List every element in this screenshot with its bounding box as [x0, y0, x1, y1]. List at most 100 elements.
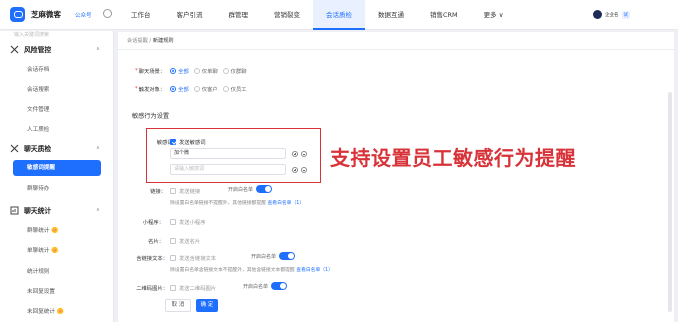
sidebar-item-label: 群聊统计 [27, 228, 50, 234]
sidebar-group-label: 风险管控 [24, 46, 52, 54]
radio-dot [222, 86, 229, 92]
radio-target-all[interactable]: 全部 [170, 85, 189, 93]
user-chip: 试 [621, 10, 630, 19]
account-type-badge[interactable]: 公众号 [75, 11, 92, 19]
flower-icon: 🌼 [51, 247, 59, 254]
sidebar-group-chat-inspection[interactable]: 聊天质检 ∧ [10, 143, 100, 153]
radio-scene-all[interactable]: 全部 [170, 67, 189, 75]
radio-dot [222, 68, 229, 74]
view-whitelist-link[interactable]: 查看白名单（1） [267, 201, 304, 206]
nav-customer-acquisition[interactable]: 客户引流 [164, 0, 216, 30]
chat-scene-row: * 聊天场景： 全部 仅单聊 仅群聊 [135, 67, 247, 75]
confirm-button[interactable]: 确 定 [196, 299, 218, 312]
toggle-switch[interactable] [271, 282, 288, 290]
sidebar-item-stat-rules[interactable]: 统计规则 [27, 267, 49, 275]
radio-dot [193, 68, 200, 74]
sidebar-item-session-archive[interactable]: 会话存档 [27, 65, 49, 73]
radio-scene-single[interactable]: 仅单聊 [193, 67, 218, 75]
sidebar-item-group-stats[interactable]: 群聊统计 🌼 [27, 226, 59, 234]
sidebar-search-placeholder[interactable]: 输入关键词搜索 [14, 31, 49, 38]
breadcrumb-current: 新建规则 [152, 38, 174, 44]
sidebar-item-label: 单聊统计 [27, 248, 50, 254]
sidebar-item-file-management[interactable]: 文件管理 [27, 105, 49, 113]
section-title: 敏感行为设置 [132, 113, 170, 120]
link-note: 除设置白名单链接不提醒外，其他链接都提醒 查看白名单（1） [170, 199, 304, 206]
cancel-button[interactable]: 取 消 [165, 299, 191, 312]
sidebar: 输入关键词搜索 风险管控 ∧ 会话存档 会话搜索 文件管理 人工质检 聊天质检 … [0, 31, 114, 322]
sidebar-item-no-reply-settings[interactable]: 未回复设置 [27, 287, 55, 295]
link-whitelist-toggle[interactable]: 开启白名单 [228, 185, 273, 193]
radio-scene-group[interactable]: 仅群聊 [222, 67, 247, 75]
breadcrumb: 会话提醒 / 新建规则 [127, 37, 174, 44]
qr-image-checkbox[interactable]: 发送二维码图片 [170, 284, 216, 292]
sidebar-group-label: 聊天质检 [24, 145, 52, 153]
radio-label: 仅群聊 [230, 69, 247, 75]
checkbox-icon [170, 238, 176, 244]
monitor-target-row: * 触发对象： 全部 仅客户 仅员工 [135, 85, 247, 93]
link-text-whitelist-toggle[interactable]: 开启白名单 [251, 252, 296, 260]
sidebar-item-no-reply-stats[interactable]: 未回复统计 🌼 [27, 307, 64, 315]
checkbox-label: 发送小程序 [179, 220, 206, 226]
link-text-note: 除设置白名单含链接文本不提醒外，其他含链接文本都提醒 查看白名单（1） [170, 266, 333, 273]
radio-dot [170, 86, 177, 92]
sidebar-item-single-chat-stats[interactable]: 单聊统计 🌼 [27, 246, 59, 254]
checkbox-label: 发送二维码图片 [179, 286, 217, 292]
flower-icon: 🌼 [51, 227, 59, 234]
app-logo[interactable]: 芝麻微客 [10, 7, 61, 22]
radio-dot [170, 68, 177, 74]
top-bar: 芝麻微客 公众号 工作台 客户引流 群管理 营销裂变 会话质检 数据互通 销售C… [0, 0, 678, 30]
nav-group-management[interactable]: 群管理 [216, 0, 262, 30]
nav-workbench[interactable]: 工作台 [118, 0, 164, 30]
statistics-icon [10, 206, 19, 215]
app-name: 芝麻微客 [31, 10, 61, 19]
chevron-up-icon: ∧ [96, 207, 100, 213]
breadcrumb-separator: / [149, 38, 152, 44]
radio-label: 仅员工 [230, 87, 247, 93]
radio-target-customer[interactable]: 仅客户 [193, 85, 218, 93]
highlight-box [146, 128, 321, 183]
sidebar-group-chat-statistics[interactable]: 聊天统计 ∧ [10, 205, 100, 215]
user-name: 企业名 [605, 12, 619, 18]
collapse-sidebar-icon[interactable] [103, 9, 112, 18]
flower-icon: 🌼 [56, 308, 65, 315]
divider [118, 49, 674, 50]
sidebar-item-sensitive-word-alert[interactable]: 敏感词提醒 [13, 160, 101, 176]
nav-session-inspection[interactable]: 会话质检 [313, 0, 365, 30]
view-whitelist-link[interactable]: 查看白名单（1） [296, 268, 333, 273]
qr-image-whitelist-toggle[interactable]: 开启白名单 [243, 282, 288, 290]
toggle-label: 开启白名单 [243, 283, 269, 290]
top-nav: 工作台 客户引流 群管理 营销裂变 会话质检 数据互通 销售CRM 更多 ∨ [118, 0, 517, 30]
sidebar-item-manual-inspection[interactable]: 人工质检 [27, 125, 49, 133]
checkbox-label: 发送含链接文本 [179, 256, 217, 262]
chevron-up-icon: ∧ [96, 145, 100, 151]
sidebar-item-session-search[interactable]: 会话搜索 [27, 85, 49, 93]
toggle-label: 开启白名单 [251, 253, 277, 260]
user-menu[interactable]: 企业名 试 [593, 10, 630, 19]
toggle-switch[interactable] [279, 252, 296, 260]
sidebar-group-risk-control[interactable]: 风险管控 ∧ [10, 44, 100, 54]
checkbox-label: 发送链接 [179, 189, 201, 195]
qr-image-label: 二维码图片： [136, 286, 168, 292]
radio-target-employee[interactable]: 仅员工 [222, 85, 247, 93]
nav-sales-crm[interactable]: 销售CRM [417, 0, 471, 30]
scrollbar[interactable] [668, 92, 672, 312]
sidebar-item-label: 未回复统计 [27, 309, 55, 315]
toggle-switch[interactable] [256, 185, 273, 193]
required-mark: * [135, 68, 138, 74]
link-checkbox[interactable]: 发送链接 [170, 187, 200, 195]
risk-control-icon [10, 45, 19, 54]
chat-inspection-icon [10, 144, 19, 153]
nav-marketing-fission[interactable]: 营销裂变 [261, 0, 313, 30]
breadcrumb-parent[interactable]: 会话提醒 [127, 38, 148, 44]
radio-label: 仅客户 [201, 87, 218, 93]
nav-more[interactable]: 更多 ∨ [471, 0, 517, 30]
sidebar-item-group-todo[interactable]: 群聊待办 [27, 184, 49, 192]
required-mark: * [135, 86, 138, 92]
radio-label: 仅单聊 [201, 69, 218, 75]
mini-program-checkbox[interactable]: 发送小程序 [170, 218, 206, 226]
nav-data-interop[interactable]: 数据互通 [365, 0, 417, 30]
card-checkbox[interactable]: 发送名片 [170, 237, 200, 245]
chevron-up-icon: ∧ [96, 46, 100, 52]
logo-icon [10, 7, 25, 22]
link-text-checkbox[interactable]: 发送含链接文本 [170, 254, 216, 262]
